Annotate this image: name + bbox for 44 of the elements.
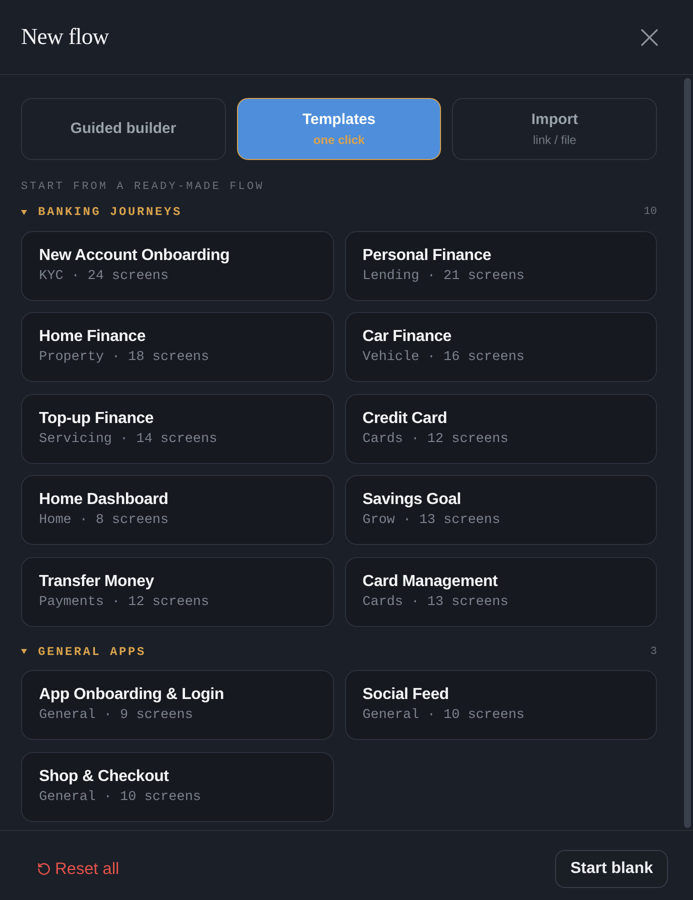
- close-icon: [641, 28, 658, 46]
- close-button[interactable]: [641, 28, 658, 46]
- template-meta: Payments · 12 screens: [39, 594, 210, 610]
- scrollbar-thumb[interactable]: [684, 78, 691, 828]
- template-card[interactable]: Car Finance Vehicle · 16 screens: [344, 312, 657, 382]
- mode-hint: one click: [313, 133, 365, 147]
- template-meta: General · 10 screens: [362, 708, 525, 724]
- mode-hint: link / file: [532, 133, 576, 147]
- template-meta: Lending · 21 screens: [362, 268, 525, 284]
- start-blank-button[interactable]: Start blank: [555, 850, 668, 888]
- template-card[interactable]: New Account Onboarding KYC · 24 screens: [21, 230, 334, 300]
- template-card[interactable]: Home Dashboard Home · 8 screens: [21, 475, 334, 545]
- template-card[interactable]: Top-up Finance Servicing · 14 screens: [21, 394, 334, 464]
- template-meta: Cards · 12 screens: [362, 432, 508, 448]
- group-toggle[interactable]: BANKING JOURNEYS: [21, 205, 182, 219]
- template-meta: General · 9 screens: [39, 708, 193, 724]
- mode-tab[interactable]: Import link / file: [452, 98, 657, 160]
- reset-icon: [37, 862, 51, 876]
- template-card[interactable]: Credit Card Cards · 12 screens: [344, 394, 657, 464]
- caret-icon: [21, 210, 27, 214]
- group-count: 10: [644, 205, 657, 219]
- template-card[interactable]: Shop & Checkout General · 10 screens: [21, 752, 334, 822]
- template-card[interactable]: Home Finance Property · 18 screens: [21, 312, 334, 382]
- template-card[interactable]: Personal Finance Lending · 21 screens: [344, 230, 657, 300]
- template-meta: General · 10 screens: [39, 790, 202, 806]
- template-card[interactable]: Card Management Cards · 13 screens: [344, 556, 657, 626]
- dialog-title: New flow: [21, 23, 109, 51]
- reset-all-button[interactable]: Reset all: [37, 859, 120, 879]
- caret-icon: [21, 649, 27, 654]
- template-meta: Servicing · 14 screens: [39, 432, 218, 448]
- template-meta: Grow · 13 screens: [362, 513, 500, 529]
- template-card[interactable]: Social Feed General · 10 screens: [344, 670, 657, 740]
- group-count: 3: [650, 644, 657, 658]
- template-card[interactable]: Savings Goal Grow · 13 screens: [344, 475, 657, 545]
- template-card[interactable]: App Onboarding & Login General · 9 screens: [21, 670, 334, 740]
- template-meta: Home · 8 screens: [39, 513, 169, 529]
- group-toggle[interactable]: GENERAL APPS: [21, 644, 146, 658]
- template-meta: Property · 18 screens: [39, 350, 210, 366]
- section-title: START FROM A READY-MADE FLOW: [21, 180, 266, 194]
- template-card[interactable]: Transfer Money Payments · 12 screens: [21, 556, 334, 626]
- mode-tab[interactable]: Guided builder: [21, 98, 226, 160]
- template-meta: Vehicle · 16 screens: [362, 350, 525, 366]
- template-meta: Cards · 13 screens: [362, 594, 508, 610]
- template-meta: KYC · 24 screens: [39, 268, 169, 284]
